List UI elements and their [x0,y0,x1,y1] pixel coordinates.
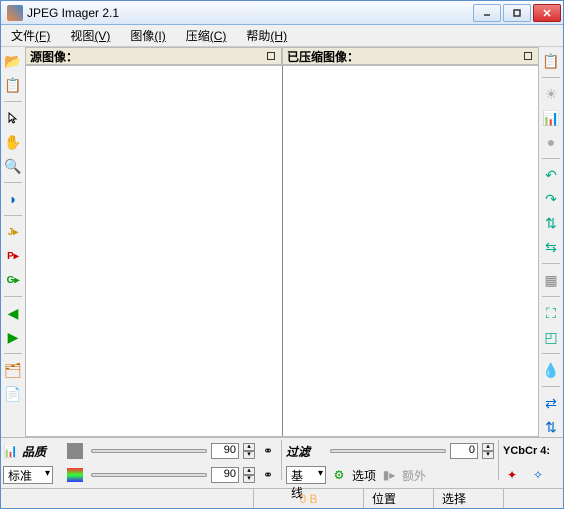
pointer-icon[interactable] [3,108,23,128]
quality-icon: 📊 [3,444,18,458]
crop-icon[interactable]: ◰ [541,327,561,347]
sampling-label: YCbCr 4: [503,445,550,457]
menu-image[interactable]: 图像(I) [126,25,169,46]
paste-icon[interactable]: 📋 [541,51,561,71]
histogram-icon[interactable]: 📊 [541,108,561,128]
quality-label: 品质 [22,443,46,460]
brightness-icon[interactable]: ☀ [541,84,561,104]
compressed-view[interactable] [283,66,539,436]
maximize-compressed-icon[interactable] [524,52,532,60]
action-p-icon[interactable]: P▸ [3,246,23,266]
zoom-icon[interactable]: 🔍 [3,156,23,176]
spin-2-down[interactable]: ▾ [243,475,255,483]
open-icon[interactable]: 📂 [3,51,23,71]
bottom-panel: 📊品质 标准 90▴▾ 90▴▾ ⚭ ⚭ 过滤 基线 ⚙选项 ▮▸额 [1,437,563,488]
status-sel: 选择 [433,489,503,508]
minimize-button[interactable] [473,4,501,22]
status-pos: 位置 [363,489,433,508]
prev-icon[interactable]: ◀ [3,303,23,323]
filter-spin[interactable]: 0 [450,443,478,459]
gray-swatch[interactable] [67,443,83,459]
window-title: JPEG Imager 2.1 [27,6,473,20]
baseline-combo[interactable]: 基线 [286,466,326,484]
menu-file[interactable]: 文件(F) [7,25,54,46]
flip-h-icon[interactable]: ⇆ [541,237,561,257]
filter-spin-up[interactable]: ▴ [482,443,494,451]
filter-spin-down[interactable]: ▾ [482,451,494,459]
menu-compress[interactable]: 压缩(C) [182,25,231,46]
close-button[interactable] [533,4,561,22]
left-toolbar: 📂 📋 ✋ 🔍 ◗ J▸ P▸ G▸ ◀ ▶ 🗂 📄 [1,47,25,437]
extra-icon: ▮▸ [380,466,398,484]
menu-view[interactable]: 视图(V) [66,25,114,46]
droplet-icon[interactable]: 💧 [541,360,561,380]
resize-icon[interactable]: ⛶ [541,303,561,323]
swap-v-icon[interactable]: ⇅ [541,417,561,437]
menu-help[interactable]: 帮助(H) [242,25,291,46]
hand-icon[interactable]: ✋ [3,132,23,152]
source-pane-header: 源图像： [25,47,282,65]
app-icon [7,5,23,21]
filter-label: 过滤 [286,443,310,460]
grid-icon[interactable]: ▦ [541,270,561,290]
preset-combo[interactable]: 标准 [3,466,53,484]
maximize-button[interactable] [503,4,531,22]
swap-h-icon[interactable]: ⇄ [541,393,561,413]
copy-icon[interactable]: 📋 [3,75,23,95]
spin-1-down[interactable]: ▾ [243,451,255,459]
doc-icon[interactable]: 📄 [3,384,23,404]
options-label[interactable]: 选项 [352,467,376,484]
region-icon[interactable]: ◗ [3,189,23,209]
sampling-out-icon[interactable]: ✧ [529,466,547,484]
link2-icon[interactable]: ⚭ [259,466,277,484]
link-icon[interactable]: ⚭ [259,442,277,460]
extra-label: 额外 [402,467,426,484]
app-window: JPEG Imager 2.1 文件(F) 视图(V) 图像(I) 压缩(C) … [0,0,564,509]
options-icon[interactable]: ⚙ [330,466,348,484]
titlebar[interactable]: JPEG Imager 2.1 [1,1,563,25]
maximize-source-icon[interactable] [267,52,275,60]
spin-1-up[interactable]: ▴ [243,443,255,451]
quality-slider-1[interactable] [91,449,207,453]
status-size: 0 B [253,489,363,508]
action-g-icon[interactable]: G▸ [3,270,23,290]
next-icon[interactable]: ▶ [3,327,23,347]
source-view[interactable] [26,66,283,436]
compressed-pane-header: 已压缩图像： [282,47,539,65]
action-j-icon[interactable]: J▸ [3,222,23,242]
rotate-left-icon[interactable]: ↶ [541,165,561,185]
sampling-in-icon[interactable]: ✦ [503,466,521,484]
spin-1[interactable]: 90 [211,443,239,459]
layers-icon[interactable]: 🗂 [3,360,23,380]
menubar: 文件(F) 视图(V) 图像(I) 压缩(C) 帮助(H) [1,25,563,47]
circle-icon[interactable]: ● [541,132,561,152]
rotate-right-icon[interactable]: ↷ [541,189,561,209]
statusbar: 0 B 位置 选择 [1,488,563,508]
quality-slider-2[interactable] [91,473,207,477]
spin-2-up[interactable]: ▴ [243,467,255,475]
gradient-swatch[interactable] [67,468,83,482]
flip-v-icon[interactable]: ⇅ [541,213,561,233]
filter-slider[interactable] [330,449,446,453]
right-toolbar: 📋 ☀ 📊 ● ↶ ↷ ⇅ ⇆ ▦ ⛶ ◰ 💧 ⇄ ⇅ [539,47,563,437]
spin-2[interactable]: 90 [211,467,239,483]
